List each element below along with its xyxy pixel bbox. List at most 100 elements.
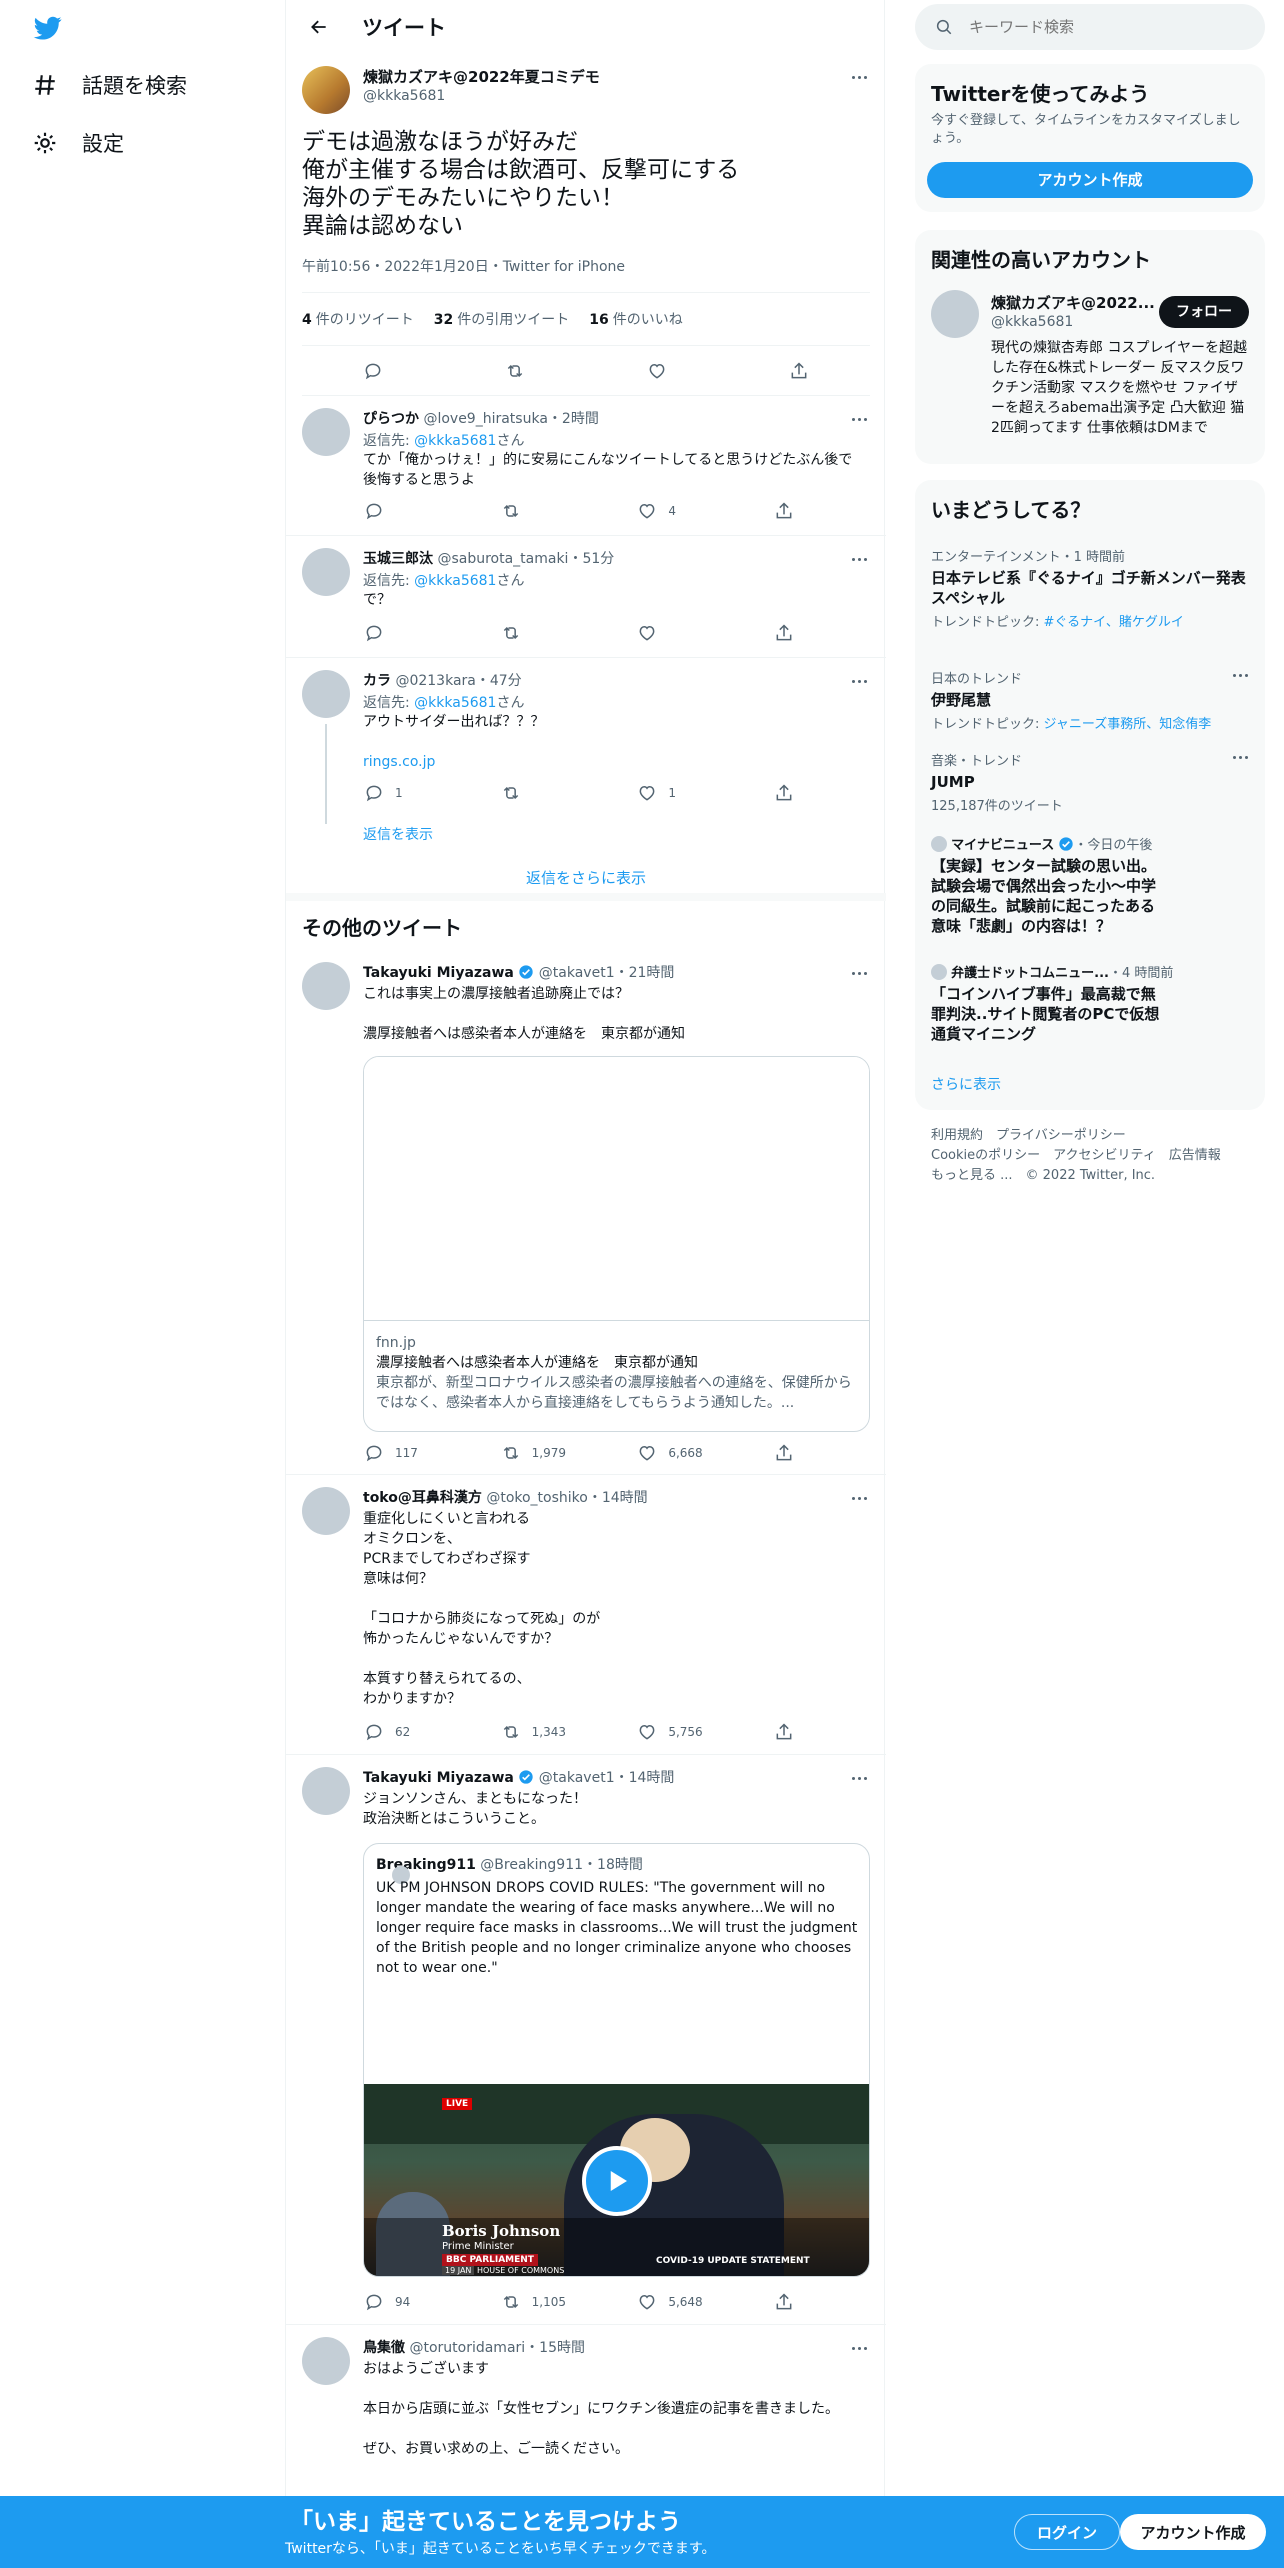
footer-line-3[interactable]: もっと見る ... © 2022 Twitter, Inc. bbox=[931, 1166, 1221, 1186]
tweet-time[interactable]: ・14時間 bbox=[615, 1770, 675, 1786]
search-box[interactable] bbox=[915, 4, 1265, 50]
avatar[interactable] bbox=[302, 66, 350, 114]
related-account-name[interactable]: 煉獄カズアキ@2022... bbox=[991, 292, 1155, 313]
other-tweet[interactable]: toko@耳鼻科漢方 @toko_toshiko・14時間 重症化しにくいと言わ… bbox=[286, 1475, 886, 1755]
trend-topic-links[interactable]: #ぐるナイ、賭ケグルイ bbox=[1044, 615, 1184, 630]
login-button[interactable]: ログイン bbox=[1014, 2514, 1120, 2550]
signup-button[interactable]: アカウント作成 bbox=[1120, 2514, 1266, 2550]
more-options-button[interactable] bbox=[848, 414, 870, 424]
avatar[interactable] bbox=[302, 548, 350, 596]
avatar[interactable] bbox=[302, 1487, 350, 1535]
share-button[interactable] bbox=[773, 2291, 795, 2313]
show-more-trends-link[interactable]: さらに表示 bbox=[931, 1074, 1001, 1094]
more-options-button[interactable] bbox=[848, 676, 870, 686]
author-name[interactable]: 鳥集徹 bbox=[363, 2340, 405, 2356]
reply-icon[interactable] bbox=[362, 360, 384, 382]
author-name[interactable]: 煉獄カズアキ@2022年夏コミデモ bbox=[363, 66, 600, 87]
retweet-button[interactable] bbox=[500, 622, 580, 644]
author-handle[interactable]: @0213kara bbox=[395, 673, 475, 689]
like-button[interactable]: 6,668 bbox=[636, 1442, 716, 1464]
tweet-time[interactable]: ・14時間 bbox=[588, 1490, 648, 1506]
nav-explore[interactable]: 話題を検索 bbox=[32, 70, 187, 100]
reply-button[interactable]: 94 bbox=[363, 2291, 443, 2313]
more-options-button[interactable] bbox=[848, 72, 870, 82]
trend-more-button[interactable] bbox=[1229, 752, 1251, 762]
reply-button[interactable] bbox=[363, 500, 443, 522]
share-button[interactable] bbox=[773, 622, 795, 644]
reply-to-link[interactable]: @kkka5681 bbox=[414, 433, 496, 449]
footer-line-1[interactable]: 利用規約 プライバシーポリシー bbox=[931, 1126, 1221, 1146]
reply-button[interactable]: 117 bbox=[363, 1442, 443, 1464]
create-account-button[interactable]: アカウント作成 bbox=[927, 162, 1253, 198]
retweet-button[interactable]: 1,105 bbox=[500, 2291, 580, 2313]
author-handle[interactable]: @takavet1 bbox=[539, 1770, 615, 1786]
show-replies-link[interactable]: 返信を表示 bbox=[363, 824, 433, 844]
related-account-handle[interactable]: @kkka5681 bbox=[991, 314, 1073, 330]
more-options-button[interactable] bbox=[848, 1493, 870, 1503]
reply-tweet[interactable]: ぴらつか @love9_hiratsuka・2時間 返信先: @kkka5681… bbox=[286, 396, 886, 536]
author-handle[interactable]: @toko_toshiko bbox=[486, 1490, 588, 1506]
tweet-time[interactable]: ・21時間 bbox=[615, 965, 675, 981]
reply-tweet[interactable]: カラ @0213kara・47分 返信先: @kkka5681さん アウトサイダ… bbox=[286, 658, 886, 854]
like-button[interactable]: 5,756 bbox=[636, 1721, 716, 1743]
retweet-button[interactable]: 1,343 bbox=[500, 1721, 580, 1743]
avatar[interactable] bbox=[302, 2337, 350, 2385]
tweet-time[interactable]: ・15時間 bbox=[525, 2340, 585, 2356]
twitter-logo-icon[interactable] bbox=[32, 14, 64, 42]
author-name[interactable]: toko@耳鼻科漢方 bbox=[363, 1490, 482, 1506]
share-icon[interactable] bbox=[788, 360, 810, 382]
trend-item[interactable]: 音楽・トレンド JUMP 125,187件のツイート bbox=[931, 750, 1251, 814]
trend-item[interactable]: 日本のトレンド 伊野尾慧 トレンドトピック: ジャニーズ事務所、知念侑李 bbox=[931, 668, 1251, 732]
like-button[interactable]: 4 bbox=[636, 500, 716, 522]
more-options-button[interactable] bbox=[848, 968, 870, 978]
reply-button[interactable] bbox=[363, 622, 443, 644]
nav-settings[interactable]: 設定 bbox=[32, 128, 124, 158]
other-tweet[interactable]: Takayuki Miyazawa @takavet1・21時間 これは事実上の… bbox=[286, 950, 886, 1475]
author-handle[interactable]: @torutoridamari bbox=[409, 2340, 525, 2356]
tweet-timestamp[interactable]: 午前10:56・2022年1月20日・Twitter for iPhone bbox=[302, 256, 625, 276]
footer-line-2[interactable]: Cookieのポリシー アクセシビリティ 広告情報 bbox=[931, 1146, 1221, 1166]
follow-button[interactable]: フォロー bbox=[1159, 296, 1249, 328]
like-button[interactable]: 5,648 bbox=[636, 2291, 716, 2313]
video-player[interactable]: LIVE Boris Johnson Prime Minister BBC PA… bbox=[364, 2084, 869, 2276]
back-button[interactable] bbox=[302, 10, 336, 44]
author-name[interactable]: Takayuki Miyazawa bbox=[363, 965, 514, 981]
share-button[interactable] bbox=[773, 1442, 795, 1464]
reply-to-link[interactable]: @kkka5681 bbox=[414, 695, 496, 711]
reply-button[interactable]: 62 bbox=[363, 1721, 443, 1743]
retweets-stat[interactable]: 4 件のリツイート bbox=[302, 309, 414, 329]
author-handle[interactable]: @kkka5681 bbox=[363, 88, 445, 104]
trend-more-button[interactable] bbox=[1229, 670, 1251, 680]
search-input[interactable] bbox=[969, 18, 1219, 36]
reply-tweet[interactable]: 玉城三郎汰 @saburota_tamaki・51分 返信先: @kkka568… bbox=[286, 536, 886, 658]
retweet-icon[interactable] bbox=[504, 360, 526, 382]
more-options-button[interactable] bbox=[848, 2343, 870, 2353]
quoted-tweet[interactable]: Breaking911 @Breaking911・18時間 UK PM JOHN… bbox=[363, 1843, 870, 2277]
reply-to-link[interactable]: @kkka5681 bbox=[414, 573, 496, 589]
other-tweet[interactable]: 鳥集徹 @torutoridamari・15時間 おはようございます 本日から店… bbox=[286, 2325, 886, 2496]
like-icon[interactable] bbox=[646, 360, 668, 382]
author-name[interactable]: ぴらつか bbox=[363, 411, 419, 427]
avatar[interactable] bbox=[302, 670, 350, 718]
trend-topic-links[interactable]: ジャニーズ事務所、知念侑李 bbox=[1044, 717, 1212, 732]
trend-item[interactable]: エンターテインメント・1 時間前 日本テレビ系『ぐるナイ』ゴチ新メンバー発表スペ… bbox=[931, 546, 1251, 630]
avatar[interactable] bbox=[302, 1767, 350, 1815]
tweet-time[interactable]: ・51分 bbox=[568, 551, 614, 567]
retweet-button[interactable] bbox=[500, 782, 580, 804]
news-item[interactable]: マイナビニュース ・今日の午後 【実録】センター試験の思い出。試験会場で偶然出会… bbox=[931, 834, 1251, 936]
author-name[interactable]: カラ bbox=[363, 673, 391, 689]
play-button[interactable] bbox=[582, 2146, 652, 2216]
author-name[interactable]: 玉城三郎汰 bbox=[363, 551, 433, 567]
retweet-button[interactable]: 1,979 bbox=[500, 1442, 580, 1464]
more-options-button[interactable] bbox=[848, 1773, 870, 1783]
share-button[interactable] bbox=[773, 782, 795, 804]
like-button[interactable] bbox=[636, 622, 716, 644]
tweet-link[interactable]: rings.co.jp bbox=[363, 754, 435, 770]
author-name[interactable]: Takayuki Miyazawa bbox=[363, 1770, 514, 1786]
author-handle[interactable]: @love9_hiratsuka bbox=[423, 411, 547, 427]
quotes-stat[interactable]: 32 件の引用ツイート bbox=[434, 309, 569, 329]
likes-stat[interactable]: 16 件のいいね bbox=[589, 309, 682, 329]
share-button[interactable] bbox=[773, 500, 795, 522]
reply-button[interactable]: 1 bbox=[363, 782, 443, 804]
avatar[interactable] bbox=[931, 290, 979, 338]
